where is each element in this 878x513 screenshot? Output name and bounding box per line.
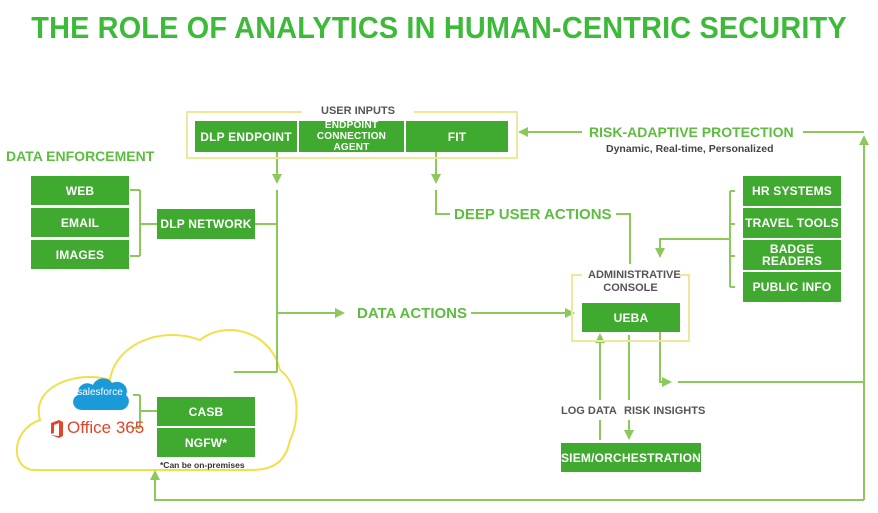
admin-console-label: ADMINISTRATIVE CONSOLE — [582, 269, 681, 295]
office365-icon — [51, 420, 63, 438]
hr-systems-box[interactable]: HR SYSTEMS — [743, 176, 841, 206]
risk-insights-label: RISK INSIGHTS — [624, 405, 706, 417]
fit-box[interactable]: FIT — [406, 121, 508, 152]
email-box[interactable]: EMAIL — [31, 208, 129, 237]
casb-box[interactable]: CASB — [157, 397, 255, 426]
office365-label: Office 365 — [67, 418, 145, 437]
badge-readers-box[interactable]: BADGE READERS — [743, 240, 841, 270]
dlp-endpoint-box[interactable]: DLP ENDPOINT — [195, 121, 297, 152]
user-inputs-label: USER INPUTS — [302, 105, 414, 118]
web-box[interactable]: WEB — [31, 176, 129, 205]
deep-user-actions-label: DEEP USER ACTIONS — [450, 206, 616, 223]
siem-orchestration-box[interactable]: SIEM/ORCHESTRATION — [561, 443, 701, 472]
endpoint-connection-agent-box[interactable]: ENDPOINT CONNECTION AGENT — [299, 120, 404, 153]
ueba-box[interactable]: UEBA — [582, 303, 680, 332]
public-info-box[interactable]: PUBLIC INFO — [743, 272, 841, 302]
log-data-label: LOG DATA — [561, 405, 617, 417]
data-enforcement-heading: DATA ENFORCEMENT — [6, 148, 155, 164]
travel-tools-box[interactable]: TRAVEL TOOLS — [743, 208, 841, 238]
risk-adaptive-sublabel: Dynamic, Real-time, Personalized — [606, 143, 774, 155]
salesforce-text: salesforce — [77, 387, 123, 398]
images-box[interactable]: IMAGES — [31, 240, 129, 269]
dlp-network-box[interactable]: DLP NETWORK — [157, 209, 255, 239]
ngfw-box[interactable]: NGFW* — [157, 428, 255, 457]
risk-adaptive-protection-label: RISK-ADAPTIVE PROTECTION — [585, 124, 798, 140]
on-premises-note: *Can be on-premises — [160, 460, 245, 470]
data-actions-label: DATA ACTIONS — [353, 305, 471, 322]
